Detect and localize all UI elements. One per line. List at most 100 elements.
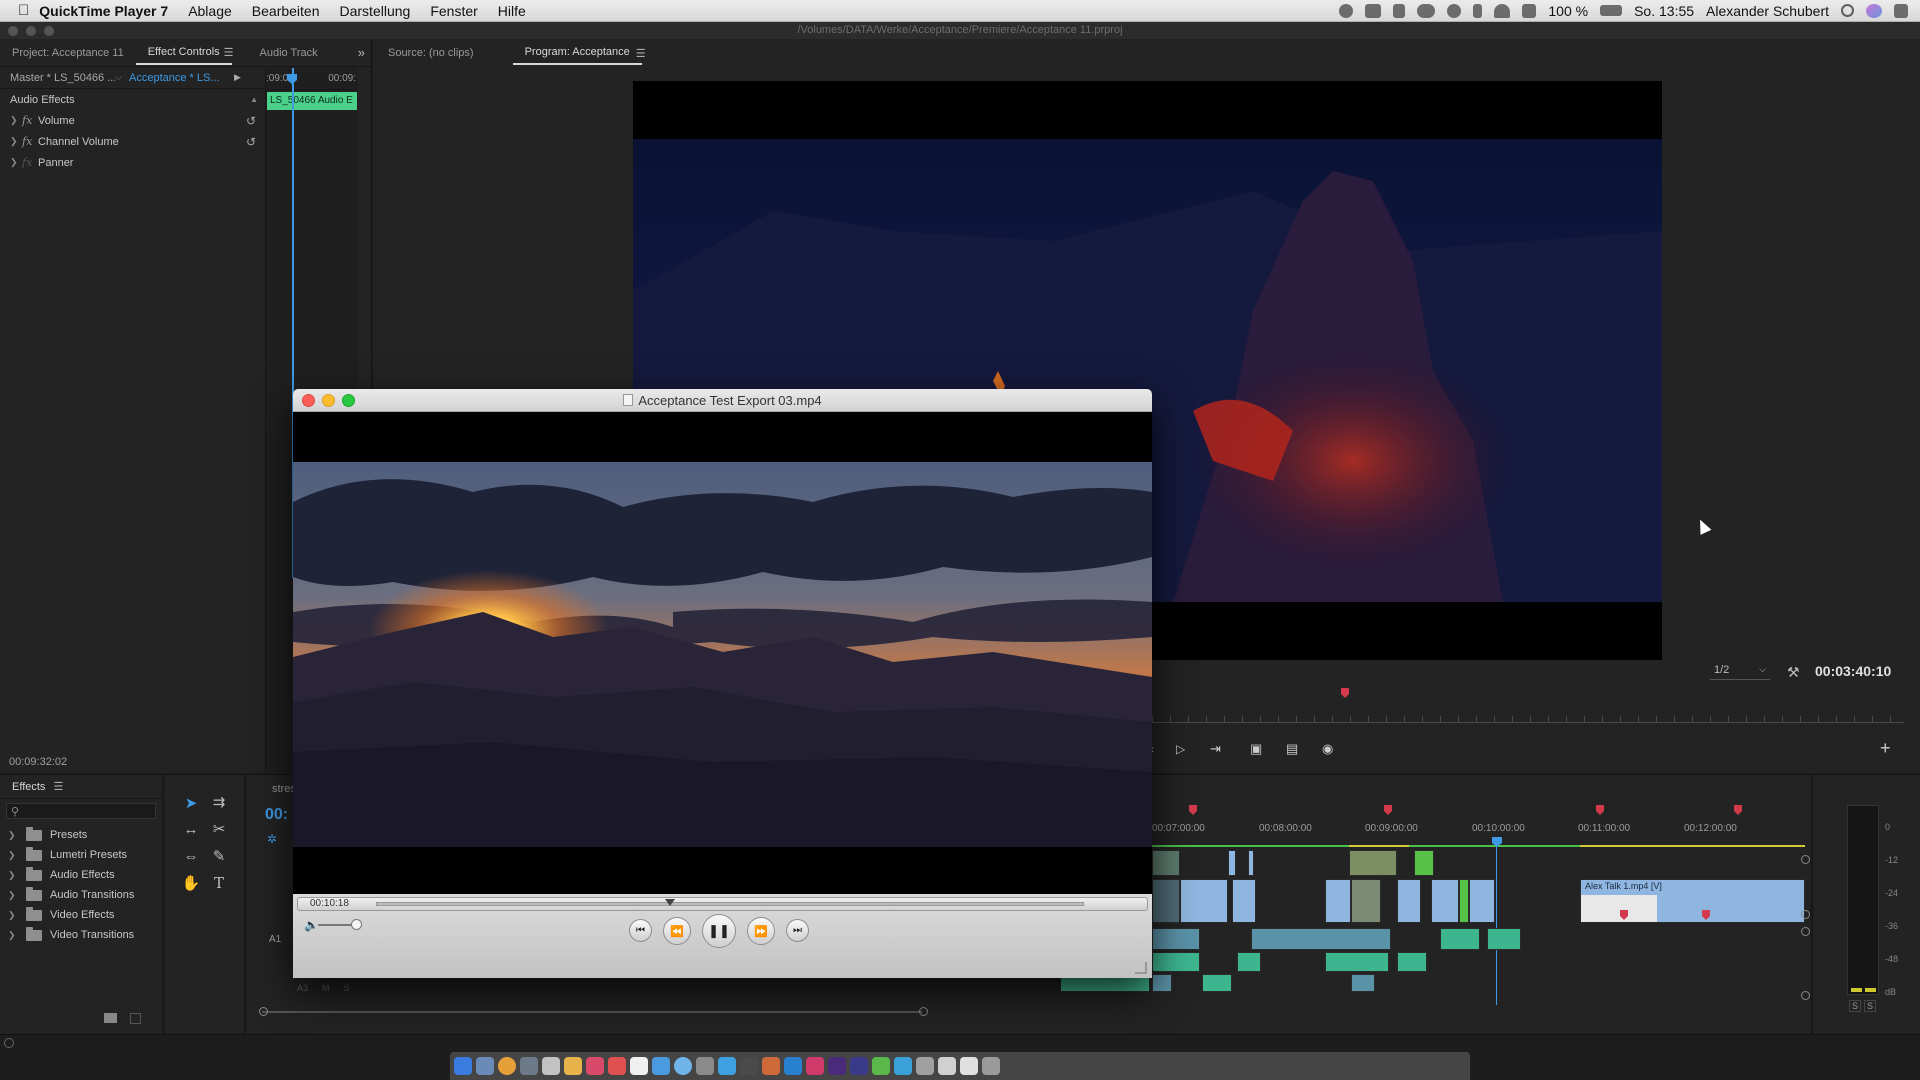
chevron-down-icon[interactable]: ⌵ xyxy=(115,72,129,83)
system-preferences-icon[interactable] xyxy=(916,1057,934,1075)
resize-grip-icon[interactable] xyxy=(1135,962,1147,974)
premiere-icon[interactable] xyxy=(828,1057,846,1075)
quicktime-video[interactable] xyxy=(293,462,1152,847)
menu-hilfe[interactable]: Hilfe xyxy=(488,3,536,19)
menu-darstellung[interactable]: Darstellung xyxy=(330,3,421,19)
track-zoom-handle[interactable] xyxy=(1801,991,1810,1000)
extract-icon[interactable]: ▤ xyxy=(1286,741,1298,757)
pen-tool-icon[interactable]: ✎ xyxy=(208,845,230,867)
trash-icon[interactable] xyxy=(130,1013,141,1024)
video-clip[interactable] xyxy=(1232,879,1256,923)
clock[interactable]: So. 13:55 xyxy=(1634,3,1694,19)
audio-clip[interactable] xyxy=(1440,928,1480,950)
mail-icon[interactable] xyxy=(520,1057,538,1075)
messages-icon[interactable] xyxy=(652,1057,670,1075)
resolution-select[interactable]: 1/2 ⌵ xyxy=(1710,664,1770,680)
folder-video-transitions[interactable]: ❯ Video Transitions xyxy=(0,925,162,945)
dropbox-icon[interactable] xyxy=(1365,3,1382,18)
panel-menu-icon[interactable]: ☰ xyxy=(53,780,63,793)
video-clip-green[interactable] xyxy=(1414,850,1434,876)
folder-video-effects[interactable]: ❯ Video Effects xyxy=(0,905,162,925)
double-chevron-right-icon[interactable]: » xyxy=(358,45,365,60)
video-clip-green[interactable] xyxy=(1459,879,1469,923)
fx-badge-icon[interactable]: fx xyxy=(22,114,38,127)
play-triangle-icon[interactable]: ▶ xyxy=(234,72,241,83)
document-icon[interactable] xyxy=(938,1057,956,1075)
step-forward-icon[interactable]: ▷ xyxy=(1176,742,1185,756)
spotify-icon[interactable] xyxy=(872,1057,890,1075)
itunes-icon[interactable] xyxy=(586,1057,604,1075)
cloud-icon[interactable] xyxy=(1417,3,1436,18)
new-folder-icon[interactable] xyxy=(104,1013,117,1023)
video-clip[interactable] xyxy=(1397,879,1421,923)
finder-icon[interactable] xyxy=(454,1057,472,1075)
tab-project[interactable]: Project: Acceptance 11 xyxy=(0,47,136,59)
launchpad-icon[interactable] xyxy=(476,1057,494,1075)
audio-clip[interactable] xyxy=(1152,974,1172,992)
video-clip[interactable] xyxy=(1469,879,1495,923)
disclosure-triangle-icon[interactable]: ❯ xyxy=(8,910,20,921)
video-clip[interactable] xyxy=(1152,879,1180,923)
battery-icon[interactable] xyxy=(1600,5,1623,16)
track-zoom-handle[interactable] xyxy=(1801,927,1810,936)
video-clip[interactable] xyxy=(1351,879,1381,923)
minimize-button[interactable] xyxy=(322,394,335,407)
pause-button[interactable]: ❚❚ xyxy=(702,914,736,948)
audio-clip[interactable] xyxy=(1152,952,1200,972)
disclosure-triangle-icon[interactable]: ❯ xyxy=(8,930,20,941)
solo-button-left[interactable]: S xyxy=(1849,1000,1861,1012)
video-clip[interactable] xyxy=(1228,850,1236,876)
reset-icon[interactable]: ↺ xyxy=(246,135,256,149)
audio-clip[interactable] xyxy=(1251,928,1391,950)
notification-center-icon[interactable] xyxy=(1894,3,1908,18)
marker-icon[interactable] xyxy=(1384,805,1392,815)
folder-icon[interactable] xyxy=(960,1057,978,1075)
snap-icon[interactable]: ✲ xyxy=(267,832,277,846)
audio-clip[interactable] xyxy=(1152,928,1200,950)
disclosure-triangle-icon[interactable]: ❯ xyxy=(8,850,20,861)
tab-menu-icon[interactable]: ☰ xyxy=(636,47,646,60)
folder-audio-transitions[interactable]: ❯ Audio Transitions xyxy=(0,885,162,905)
folder-lumetri-presets[interactable]: ❯ Lumetri Presets xyxy=(0,845,162,865)
user-name[interactable]: Alexander Schubert xyxy=(1706,3,1829,19)
timeline-horizontal-scrollbar[interactable] xyxy=(262,1011,922,1013)
timeline-ruler[interactable]: 00:07:00:00 00:08:00:00 00:09:00:00 00:1… xyxy=(1152,823,1920,837)
effect-row-channel-volume[interactable]: ❯ fx Channel Volume ↺ xyxy=(0,131,262,152)
fx-badge-icon[interactable]: fx xyxy=(22,135,38,148)
effect-controls-timecode[interactable]: 00:09:32:02 xyxy=(9,756,67,768)
effect-row-panner[interactable]: ❯ fx Panner xyxy=(0,152,262,173)
bluetooth-icon[interactable] xyxy=(1473,3,1483,18)
sequence-clip-label[interactable]: Acceptance * LS... xyxy=(129,72,234,84)
tab-program[interactable]: Program: Acceptance xyxy=(512,41,642,65)
disclosure-triangle-icon[interactable]: ❯ xyxy=(10,136,22,147)
notes-icon[interactable] xyxy=(564,1057,582,1075)
disclosure-triangle-icon[interactable]: ❯ xyxy=(8,890,20,901)
list-icon[interactable] xyxy=(1393,3,1406,18)
wifi-icon[interactable] xyxy=(1494,3,1511,18)
track-sub-label[interactable]: A3 xyxy=(297,983,308,993)
solo-button-right[interactable]: S xyxy=(1864,1000,1876,1012)
scroll-handle-left[interactable] xyxy=(259,1007,268,1016)
indesign-icon[interactable] xyxy=(806,1057,824,1075)
rewind-button[interactable]: ⏪ xyxy=(663,917,691,945)
ripple-edit-tool-icon[interactable]: ↔ xyxy=(180,818,202,840)
program-scrubber[interactable] xyxy=(1152,703,1904,723)
video-clip[interactable] xyxy=(1325,879,1351,923)
hand-tool-icon[interactable]: ✋ xyxy=(180,872,202,894)
zoom-button[interactable] xyxy=(342,394,355,407)
disclosure-triangle-icon[interactable]: ❯ xyxy=(10,115,22,126)
skype-icon[interactable] xyxy=(718,1057,736,1075)
timeline-timecode[interactable]: 00: xyxy=(265,806,288,824)
skip-back-button[interactable]: ⏮ xyxy=(629,919,652,942)
window-minimize-button[interactable] xyxy=(26,26,36,36)
fast-forward-button[interactable]: ⏩ xyxy=(747,917,775,945)
track-sub-label[interactable]: S xyxy=(344,983,350,993)
tab-menu-icon[interactable]: ☰ xyxy=(224,46,234,59)
calendar-icon[interactable] xyxy=(608,1057,626,1075)
audio-clip[interactable] xyxy=(1325,952,1389,972)
preview-icon[interactable] xyxy=(696,1057,714,1075)
audio-clip[interactable] xyxy=(1487,928,1521,950)
audio-clip[interactable] xyxy=(1237,952,1261,972)
window-zoom-button[interactable] xyxy=(44,26,54,36)
go-to-out-icon[interactable]: ⇥ xyxy=(1210,741,1221,757)
